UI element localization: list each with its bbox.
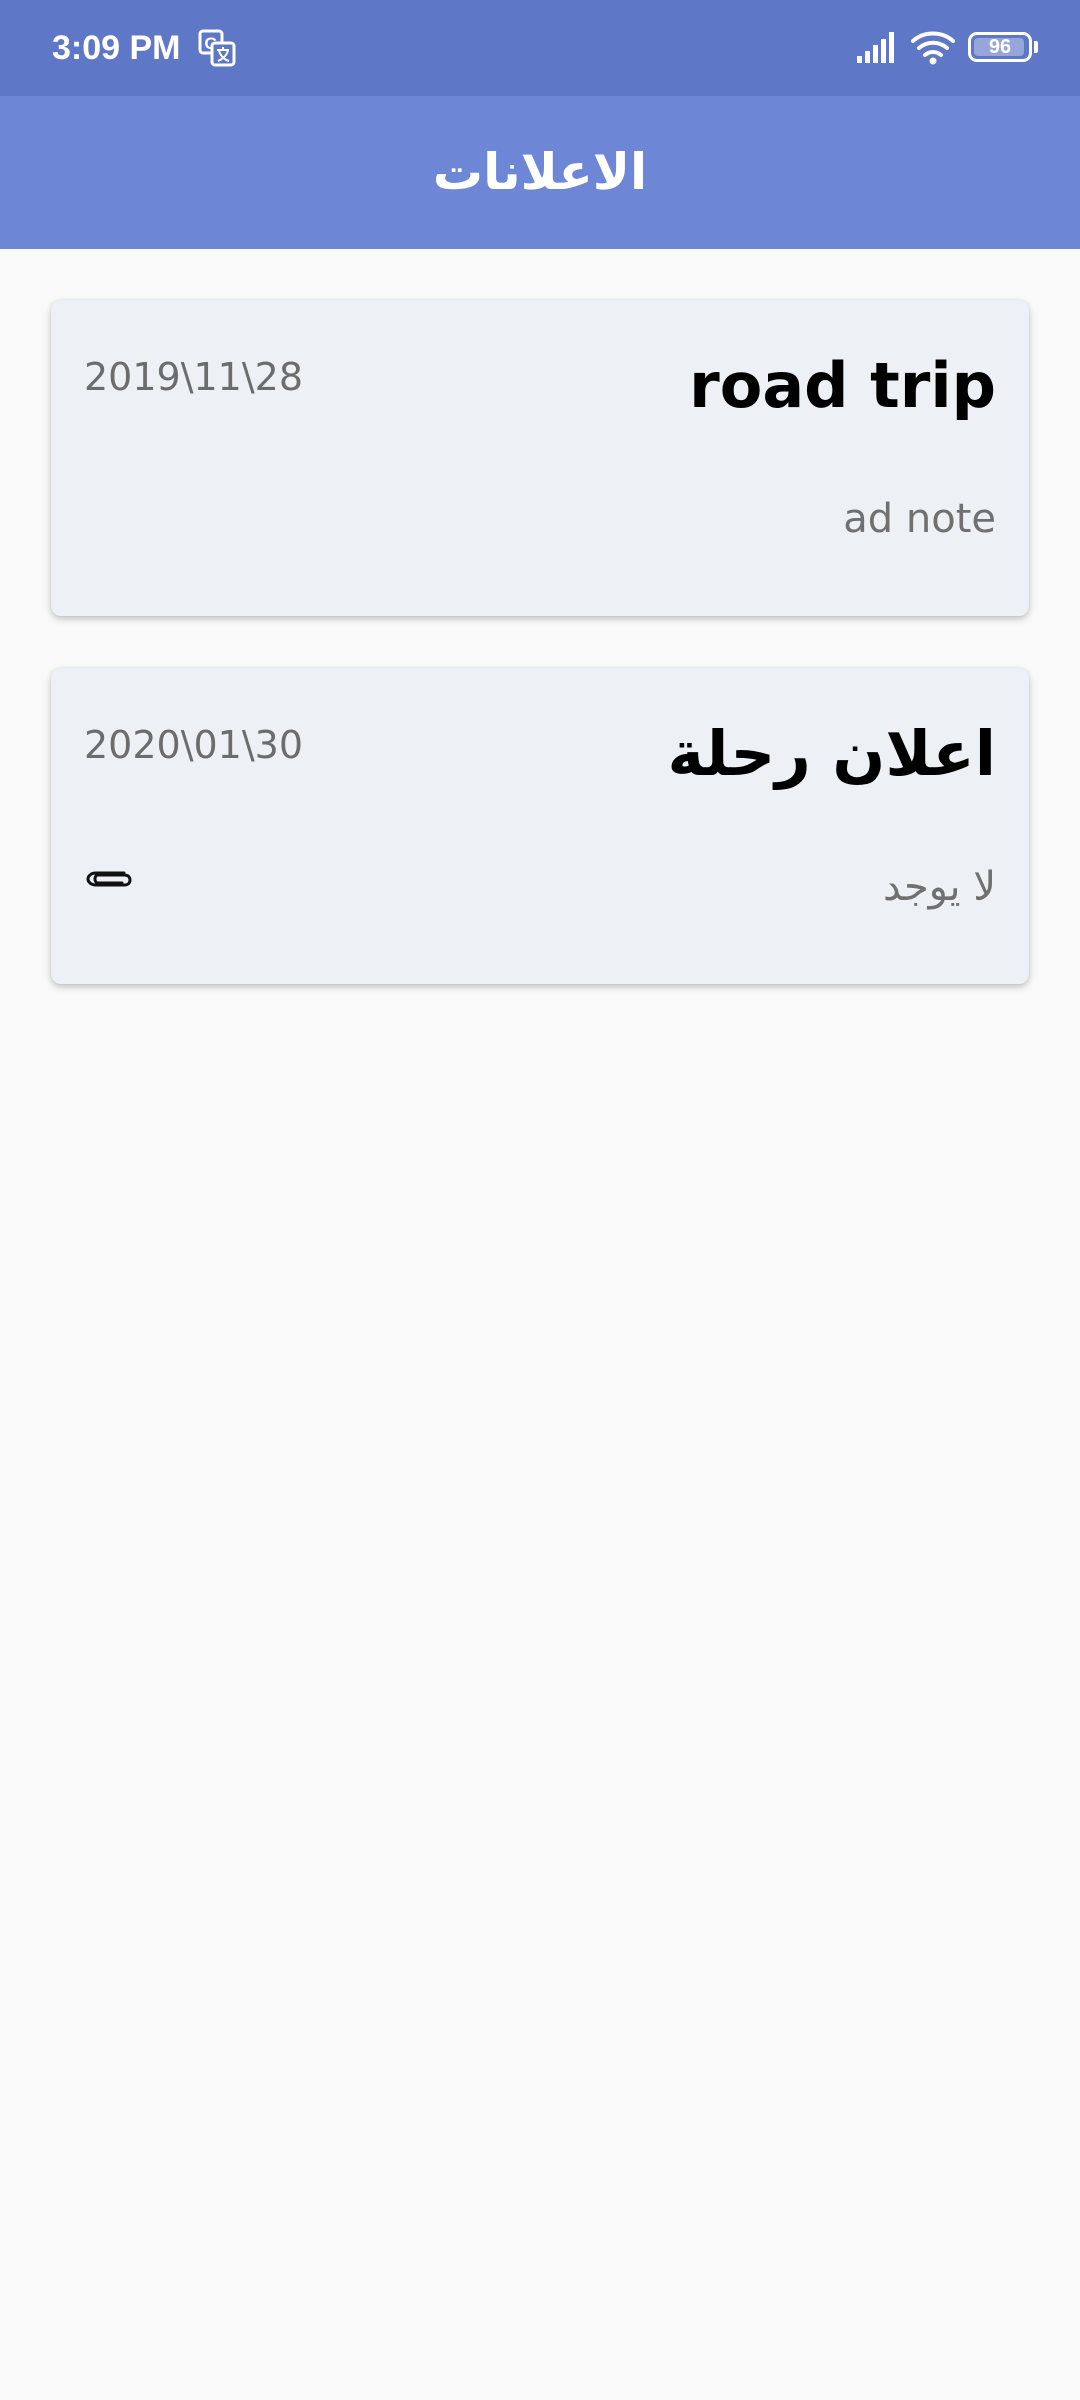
status-bar: 3:09 PM G 96	[0, 0, 1080, 96]
signal-icon	[856, 30, 898, 64]
announcement-date: 2020\01\30	[84, 723, 304, 767]
battery-icon: 96	[968, 32, 1032, 62]
announcement-card[interactable]: road trip 2019\11\28 ad note	[51, 300, 1029, 616]
status-time: 3:09 PM	[52, 29, 181, 67]
app-bar: الاعلانات	[0, 96, 1080, 249]
wifi-icon	[910, 28, 956, 66]
announcement-title: road trip	[689, 349, 996, 422]
page-title: الاعلانات	[432, 143, 648, 201]
announcement-card[interactable]: اعلان رحلة 2020\01\30 لا يوجد	[51, 668, 1029, 984]
battery-tip	[1034, 41, 1038, 53]
announcement-note: ad note	[843, 496, 996, 542]
translate-icon: G	[198, 29, 236, 67]
announcement-title: اعلان رحلة	[667, 717, 996, 790]
announcement-note: لا يوجد	[882, 864, 996, 910]
battery-text: 96	[988, 36, 1012, 58]
announcement-date: 2019\11\28	[84, 355, 304, 399]
paperclip-icon[interactable]	[84, 864, 134, 894]
